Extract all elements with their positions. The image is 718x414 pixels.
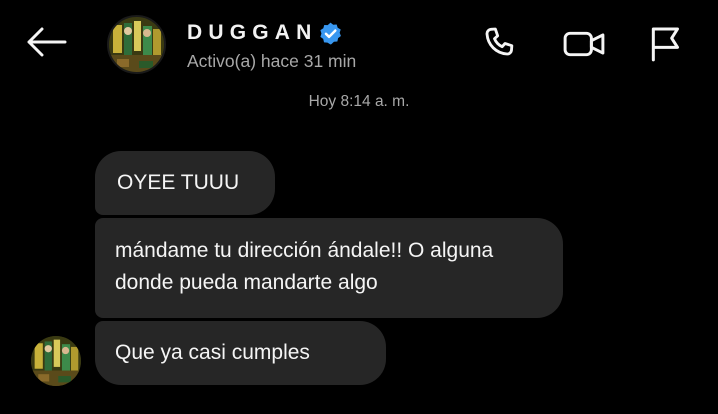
contact-info[interactable]: DUGGAN Activo(a) hace 31 min <box>187 18 356 72</box>
message-bubble[interactable]: Que ya casi cumples <box>95 321 386 385</box>
active-status: Activo(a) hace 31 min <box>187 51 357 71</box>
verified-badge-icon <box>318 21 343 46</box>
message-timestamp: Hoy 8:14 a. m. <box>308 93 410 110</box>
report-button[interactable] <box>643 24 687 68</box>
back-button[interactable] <box>22 24 70 64</box>
phone-icon <box>480 24 520 69</box>
message-text: mándame tu dirección ándale!! O alguna d… <box>115 239 494 294</box>
message-bubble[interactable]: OYEE TUUU <box>95 151 275 215</box>
call-button[interactable] <box>478 24 522 68</box>
video-camera-icon <box>561 24 607 69</box>
flag-icon <box>645 24 685 69</box>
video-call-button[interactable] <box>562 24 606 68</box>
avatar-image <box>109 17 164 72</box>
chat-header: DUGGAN Activo(a) hace 31 min <box>0 0 718 90</box>
sender-avatar[interactable] <box>31 336 81 386</box>
message-text: Que ya casi cumples <box>115 341 310 364</box>
message-text: OYEE TUUU <box>117 171 240 194</box>
message-bubble[interactable]: mándame tu dirección ándale!! O alguna d… <box>95 218 563 318</box>
avatar[interactable] <box>107 15 166 74</box>
contact-name-row: DUGGAN <box>187 18 356 48</box>
contact-name: DUGGAN <box>187 21 318 44</box>
avatar-image <box>31 336 81 386</box>
arrow-left-icon <box>25 27 67 62</box>
